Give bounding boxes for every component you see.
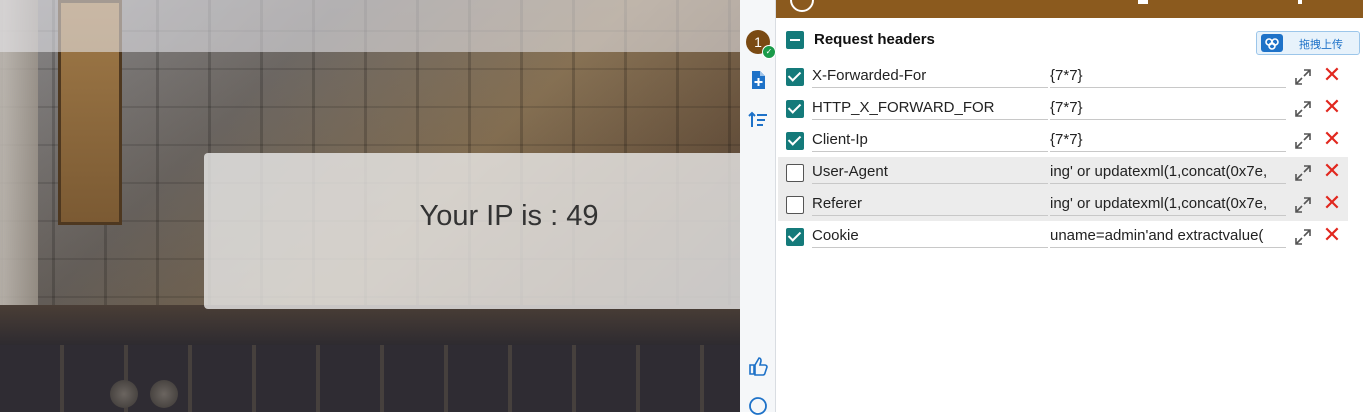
delete-header-icon[interactable]: ✕: [1322, 64, 1342, 86]
header-enabled-checkbox[interactable]: [786, 164, 804, 182]
profile-circle-icon[interactable]: [790, 0, 814, 12]
header-name-input[interactable]: Cookie: [812, 225, 1048, 248]
expand-icon[interactable]: [1293, 227, 1313, 247]
delete-header-icon[interactable]: ✕: [1322, 192, 1342, 214]
background-lantern: [150, 380, 178, 408]
header-row: Cookie uname=admin'and extractvalue( ✕: [778, 221, 1348, 253]
header-enabled-checkbox[interactable]: [786, 68, 804, 86]
header-name-input[interactable]: User-Agent: [812, 161, 1048, 184]
expand-icon[interactable]: [1293, 195, 1313, 215]
sort-icon[interactable]: [748, 110, 768, 130]
header-row: Client-Ip {7*7} ✕: [778, 125, 1348, 157]
background-lantern: [110, 380, 138, 408]
header-value-input[interactable]: {7*7}: [1050, 65, 1286, 88]
header-name-input[interactable]: X-Forwarded-For: [812, 65, 1048, 88]
header-value-input[interactable]: ing' or updatexml(1,concat(0x7e,: [1050, 161, 1286, 184]
panel-header-bar: [776, 0, 1363, 18]
add-file-icon[interactable]: [748, 70, 768, 90]
expand-icon[interactable]: [1293, 163, 1313, 183]
modheader-panel: Request headers 拖拽上传 X-Forwarded-For {7*7…: [776, 0, 1363, 412]
header-enabled-checkbox[interactable]: [786, 132, 804, 150]
header-row: User-Agent ing' or updatexml(1,concat(0x7…: [778, 157, 1348, 189]
background-storefront: [0, 345, 740, 412]
header-name-input[interactable]: Referer: [812, 193, 1048, 216]
delete-header-icon[interactable]: ✕: [1322, 128, 1342, 150]
header-value-input[interactable]: ing' or updatexml(1,concat(0x7e,: [1050, 193, 1286, 216]
delete-header-icon[interactable]: ✕: [1322, 160, 1342, 182]
header-enabled-checkbox[interactable]: [786, 100, 804, 118]
expand-icon[interactable]: [1293, 67, 1313, 87]
collapse-section-icon[interactable]: [786, 31, 804, 49]
section-title: Request headers: [814, 31, 935, 48]
header-name-input[interactable]: HTTP_X_FORWARD_FOR: [812, 97, 1048, 120]
header-value-input[interactable]: {7*7}: [1050, 97, 1286, 120]
expand-icon[interactable]: [1293, 131, 1313, 151]
header-enabled-checkbox[interactable]: [786, 228, 804, 246]
thumbs-up-icon[interactable]: [748, 356, 768, 376]
ip-card: Your IP is : 49: [204, 153, 740, 309]
header-row: HTTP_X_FORWARD_FOR {7*7} ✕: [778, 93, 1348, 125]
background-roof: [0, 305, 740, 345]
header-value-input[interactable]: {7*7}: [1050, 129, 1286, 152]
help-icon[interactable]: [748, 396, 768, 416]
upload-button[interactable]: 拖拽上传: [1256, 31, 1360, 55]
upload-button-label: 拖拽上传: [1299, 39, 1343, 51]
cloud-upload-icon: [1261, 34, 1283, 52]
profile-active-check-icon: ✓: [762, 45, 776, 59]
header-enabled-checkbox[interactable]: [786, 196, 804, 214]
header-row: X-Forwarded-For {7*7} ✕: [778, 61, 1348, 93]
header-value-input[interactable]: uname=admin'and extractvalue(: [1050, 225, 1286, 248]
header-row: Referer ing' or updatexml(1,concat(0x7e, ✕: [778, 189, 1348, 221]
ip-text: Your IP is : 49: [419, 200, 599, 232]
expand-icon[interactable]: [1293, 99, 1313, 119]
delete-header-icon[interactable]: ✕: [1322, 96, 1342, 118]
header-name-input[interactable]: Client-Ip: [812, 129, 1048, 152]
page-top-bar: [0, 0, 740, 52]
delete-header-icon[interactable]: ✕: [1322, 224, 1342, 246]
toolbar-icon[interactable]: [1138, 0, 1148, 4]
extension-icon-strip: 1 ✓: [740, 0, 776, 415]
web-page-viewport: Your IP is : 49: [0, 0, 740, 412]
more-menu-icon[interactable]: [1298, 0, 1302, 4]
